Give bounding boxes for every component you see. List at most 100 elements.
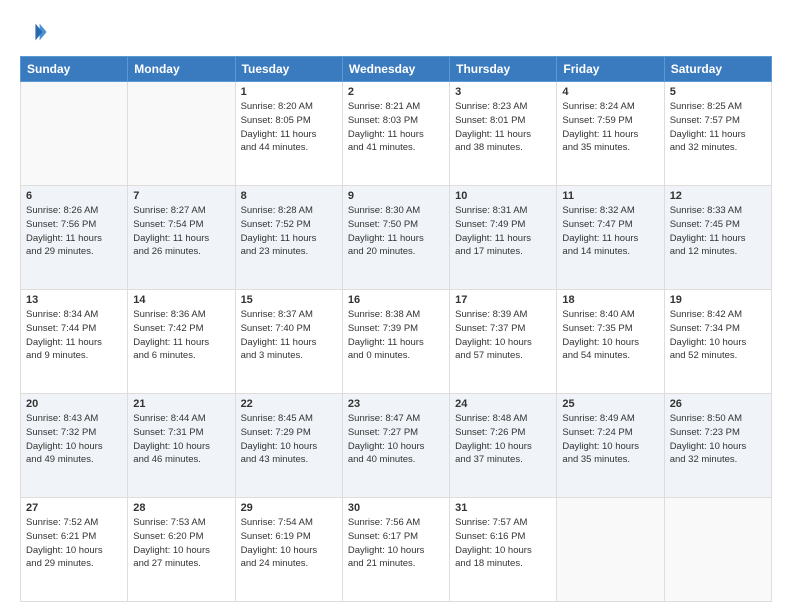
calendar-cell [664, 498, 771, 602]
day-info: Sunrise: 8:23 AM Sunset: 8:01 PM Dayligh… [455, 100, 551, 155]
calendar-cell: 9 Sunrise: 8:30 AM Sunset: 7:50 PM Daylig… [342, 186, 449, 290]
day-info: Sunrise: 8:50 AM Sunset: 7:23 PM Dayligh… [670, 412, 766, 467]
calendar-week: 20 Sunrise: 8:43 AM Sunset: 7:32 PM Dayli… [21, 394, 772, 498]
calendar-week: 27 Sunrise: 7:52 AM Sunset: 6:21 PM Dayli… [21, 498, 772, 602]
weekday-header: Saturday [664, 57, 771, 82]
calendar-cell: 7 Sunrise: 8:27 AM Sunset: 7:54 PM Daylig… [128, 186, 235, 290]
day-info: Sunrise: 7:56 AM Sunset: 6:17 PM Dayligh… [348, 516, 444, 571]
calendar-cell: 8Sunrise: 8:28 AM Sunset: 7:52 PM Daylig… [235, 186, 342, 290]
calendar-week: 1 Sunrise: 8:20 AM Sunset: 8:05 PM Daylig… [21, 82, 772, 186]
day-number: 22 [241, 398, 337, 410]
day-number: 16 [348, 294, 444, 306]
day-number: 10 [455, 190, 551, 202]
day-info: Sunrise: 8:44 AM Sunset: 7:31 PM Dayligh… [133, 412, 229, 467]
day-info: Sunrise: 8:47 AM Sunset: 7:27 PM Dayligh… [348, 412, 444, 467]
day-number: 4 [562, 86, 658, 98]
calendar-cell: 14 Sunrise: 8:36 AM Sunset: 7:42 PM Dayli… [128, 290, 235, 394]
day-info: Sunrise: 8:48 AM Sunset: 7:26 PM Dayligh… [455, 412, 551, 467]
calendar-cell: 21 Sunrise: 8:44 AM Sunset: 7:31 PM Dayli… [128, 394, 235, 498]
day-number: 28 [133, 502, 229, 514]
calendar-cell: 18 Sunrise: 8:40 AM Sunset: 7:35 PM Dayli… [557, 290, 664, 394]
day-number: 21 [133, 398, 229, 410]
day-info: Sunrise: 8:40 AM Sunset: 7:35 PM Dayligh… [562, 308, 658, 363]
day-number: 14 [133, 294, 229, 306]
day-number: 9 [348, 190, 444, 202]
calendar-body: 1 Sunrise: 8:20 AM Sunset: 8:05 PM Daylig… [21, 82, 772, 602]
calendar-cell: 28Sunrise: 7:53 AM Sunset: 6:20 PM Dayli… [128, 498, 235, 602]
logo [20, 18, 52, 46]
calendar-cell: 19 Sunrise: 8:42 AM Sunset: 7:34 PM Dayli… [664, 290, 771, 394]
calendar-cell: 22 Sunrise: 8:45 AM Sunset: 7:29 PM Dayli… [235, 394, 342, 498]
weekday-row: SundayMondayTuesdayWednesdayThursdayFrid… [21, 57, 772, 82]
calendar-cell: 6Sunrise: 8:26 AM Sunset: 7:56 PM Daylig… [21, 186, 128, 290]
calendar-cell: 27 Sunrise: 7:52 AM Sunset: 6:21 PM Dayli… [21, 498, 128, 602]
day-info: Sunrise: 8:37 AM Sunset: 7:40 PM Dayligh… [241, 308, 337, 363]
day-number: 7 [133, 190, 229, 202]
calendar-cell: 4Sunrise: 8:24 AM Sunset: 7:59 PM Daylig… [557, 82, 664, 186]
day-number: 5 [670, 86, 766, 98]
day-info: Sunrise: 8:38 AM Sunset: 7:39 PM Dayligh… [348, 308, 444, 363]
day-info: Sunrise: 8:45 AM Sunset: 7:29 PM Dayligh… [241, 412, 337, 467]
day-number: 31 [455, 502, 551, 514]
day-number: 19 [670, 294, 766, 306]
calendar-cell: 30 Sunrise: 7:56 AM Sunset: 6:17 PM Dayli… [342, 498, 449, 602]
day-info: Sunrise: 7:52 AM Sunset: 6:21 PM Dayligh… [26, 516, 122, 571]
calendar-cell: 10 Sunrise: 8:31 AM Sunset: 7:49 PM Dayli… [450, 186, 557, 290]
calendar-cell: 15 Sunrise: 8:37 AM Sunset: 7:40 PM Dayli… [235, 290, 342, 394]
calendar-week: 6Sunrise: 8:26 AM Sunset: 7:56 PM Daylig… [21, 186, 772, 290]
day-info: Sunrise: 8:33 AM Sunset: 7:45 PM Dayligh… [670, 204, 766, 259]
day-number: 27 [26, 502, 122, 514]
day-number: 24 [455, 398, 551, 410]
calendar-cell [557, 498, 664, 602]
calendar-cell: 23 Sunrise: 8:47 AM Sunset: 7:27 PM Dayli… [342, 394, 449, 498]
day-info: Sunrise: 7:54 AM Sunset: 6:19 PM Dayligh… [241, 516, 337, 571]
page: SundayMondayTuesdayWednesdayThursdayFrid… [0, 0, 792, 612]
day-number: 1 [241, 86, 337, 98]
weekday-header: Thursday [450, 57, 557, 82]
day-info: Sunrise: 8:36 AM Sunset: 7:42 PM Dayligh… [133, 308, 229, 363]
calendar-cell: 20 Sunrise: 8:43 AM Sunset: 7:32 PM Dayli… [21, 394, 128, 498]
day-number: 25 [562, 398, 658, 410]
calendar-cell: 2Sunrise: 8:21 AM Sunset: 8:03 PM Daylig… [342, 82, 449, 186]
day-number: 23 [348, 398, 444, 410]
day-number: 8 [241, 190, 337, 202]
calendar-cell [128, 82, 235, 186]
day-number: 30 [348, 502, 444, 514]
day-info: Sunrise: 8:30 AM Sunset: 7:50 PM Dayligh… [348, 204, 444, 259]
day-info: Sunrise: 8:26 AM Sunset: 7:56 PM Dayligh… [26, 204, 122, 259]
day-number: 29 [241, 502, 337, 514]
calendar-cell: 13 Sunrise: 8:34 AM Sunset: 7:44 PM Dayli… [21, 290, 128, 394]
day-info: Sunrise: 8:31 AM Sunset: 7:49 PM Dayligh… [455, 204, 551, 259]
calendar-cell [21, 82, 128, 186]
day-number: 12 [670, 190, 766, 202]
day-number: 15 [241, 294, 337, 306]
weekday-header: Sunday [21, 57, 128, 82]
day-info: Sunrise: 8:32 AM Sunset: 7:47 PM Dayligh… [562, 204, 658, 259]
calendar-week: 13 Sunrise: 8:34 AM Sunset: 7:44 PM Dayli… [21, 290, 772, 394]
calendar-cell: 11Sunrise: 8:32 AM Sunset: 7:47 PM Dayli… [557, 186, 664, 290]
day-number: 18 [562, 294, 658, 306]
calendar-cell: 16 Sunrise: 8:38 AM Sunset: 7:39 PM Dayli… [342, 290, 449, 394]
logo-icon [20, 18, 48, 46]
day-number: 20 [26, 398, 122, 410]
calendar-cell: 5 Sunrise: 8:25 AM Sunset: 7:57 PM Daylig… [664, 82, 771, 186]
weekday-header: Monday [128, 57, 235, 82]
day-number: 26 [670, 398, 766, 410]
day-info: Sunrise: 8:43 AM Sunset: 7:32 PM Dayligh… [26, 412, 122, 467]
weekday-header: Friday [557, 57, 664, 82]
calendar-header: SundayMondayTuesdayWednesdayThursdayFrid… [21, 57, 772, 82]
day-info: Sunrise: 8:42 AM Sunset: 7:34 PM Dayligh… [670, 308, 766, 363]
day-number: 13 [26, 294, 122, 306]
weekday-header: Wednesday [342, 57, 449, 82]
day-info: Sunrise: 8:49 AM Sunset: 7:24 PM Dayligh… [562, 412, 658, 467]
calendar-cell: 17Sunrise: 8:39 AM Sunset: 7:37 PM Dayli… [450, 290, 557, 394]
day-info: Sunrise: 8:20 AM Sunset: 8:05 PM Dayligh… [241, 100, 337, 155]
day-info: Sunrise: 8:34 AM Sunset: 7:44 PM Dayligh… [26, 308, 122, 363]
weekday-header: Tuesday [235, 57, 342, 82]
day-number: 2 [348, 86, 444, 98]
calendar-cell: 29 Sunrise: 7:54 AM Sunset: 6:19 PM Dayli… [235, 498, 342, 602]
day-info: Sunrise: 8:25 AM Sunset: 7:57 PM Dayligh… [670, 100, 766, 155]
day-info: Sunrise: 7:57 AM Sunset: 6:16 PM Dayligh… [455, 516, 551, 571]
calendar-cell: 3Sunrise: 8:23 AM Sunset: 8:01 PM Daylig… [450, 82, 557, 186]
day-info: Sunrise: 8:27 AM Sunset: 7:54 PM Dayligh… [133, 204, 229, 259]
